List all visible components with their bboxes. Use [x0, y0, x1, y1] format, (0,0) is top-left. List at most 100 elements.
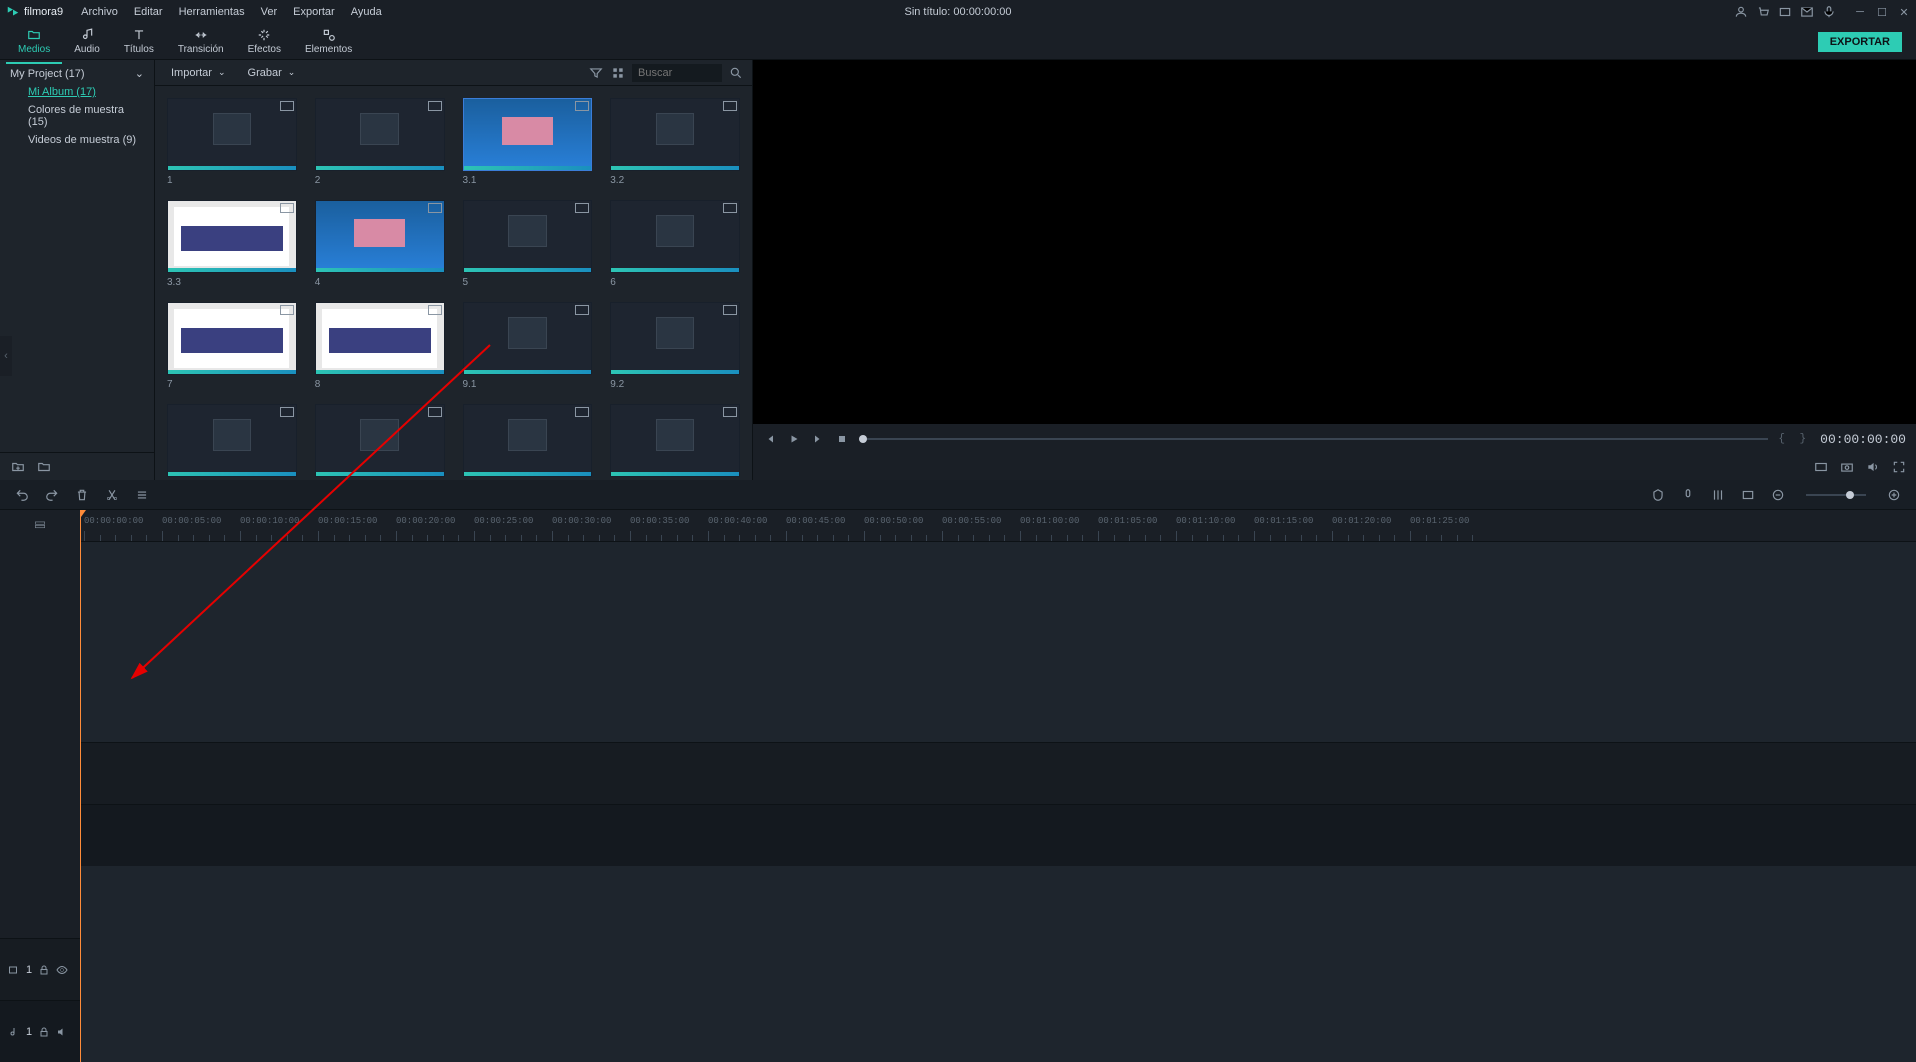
media-clip[interactable]: 8	[315, 302, 445, 390]
markers-icon[interactable]: { }	[1778, 433, 1810, 445]
stop-icon[interactable]	[835, 432, 849, 446]
record-dropdown[interactable]: Grabar ⌄	[240, 64, 304, 82]
filter-icon[interactable]	[588, 65, 604, 81]
media-clip[interactable]: 9.1	[463, 302, 593, 390]
redo-icon[interactable]	[44, 487, 60, 503]
zoom-slider[interactable]	[1806, 494, 1866, 496]
lock-icon[interactable]	[38, 964, 50, 976]
split-icon[interactable]	[104, 487, 120, 503]
ruler-mark: 00:00:00:00	[84, 516, 143, 526]
media-clip[interactable]: 4	[315, 200, 445, 288]
menu-archivo[interactable]: Archivo	[73, 2, 126, 22]
prev-frame-icon[interactable]	[763, 432, 777, 446]
music-note-icon	[79, 28, 95, 42]
media-clip[interactable]	[315, 404, 445, 480]
sidebar-item-videos[interactable]: Videos de muestra (9)	[0, 131, 154, 149]
audio-track-header[interactable]: 1	[0, 1000, 80, 1062]
sidebar-collapse[interactable]: ‹	[0, 336, 12, 376]
title-bar: filmora9 Archivo Editar Herramientas Ver…	[0, 0, 1916, 24]
media-clip[interactable]	[463, 404, 593, 480]
media-clip[interactable]: 3.3	[167, 200, 297, 288]
ruler-mark: 00:01:15:00	[1254, 516, 1313, 526]
export-button[interactable]: EXPORTAR	[1818, 32, 1902, 52]
snapshot-icon[interactable]	[1840, 460, 1854, 474]
tab-elementos[interactable]: Elementos	[293, 26, 364, 57]
eye-icon[interactable]	[56, 964, 68, 976]
volume-icon[interactable]	[1866, 460, 1880, 474]
clip-label: 3.2	[610, 175, 740, 186]
media-clip[interactable]	[610, 404, 740, 480]
delete-icon[interactable]	[74, 487, 90, 503]
video-track-header[interactable]: 1	[0, 938, 80, 1000]
video-track-row[interactable]	[80, 742, 1916, 804]
import-dropdown[interactable]: Importar ⌄	[163, 64, 234, 82]
minimize-button[interactable]: ─	[1854, 6, 1866, 18]
message-icon[interactable]	[1800, 5, 1814, 19]
media-clip[interactable]: 6	[610, 200, 740, 288]
zoom-out-icon[interactable]	[1770, 487, 1786, 503]
sidebar-project[interactable]: My Project (17) ⌄	[0, 64, 154, 83]
cart-icon[interactable]	[1756, 5, 1770, 19]
folder-icon-2[interactable]	[36, 459, 52, 475]
preview-scrubber[interactable]	[859, 438, 1768, 440]
mic-icon[interactable]	[1822, 5, 1836, 19]
media-clip[interactable]: 3.1	[463, 98, 593, 186]
media-clip[interactable]: 9.2	[610, 302, 740, 390]
marker-icon[interactable]	[1650, 487, 1666, 503]
effects-store-icon[interactable]	[1778, 5, 1792, 19]
menu-ayuda[interactable]: Ayuda	[343, 2, 390, 22]
quality-icon[interactable]	[1814, 460, 1828, 474]
clip-label: 4	[315, 277, 445, 288]
media-clip[interactable]	[167, 404, 297, 480]
account-icon[interactable]	[1734, 5, 1748, 19]
menu-editar[interactable]: Editar	[126, 2, 171, 22]
clip-label: 3.1	[463, 175, 593, 186]
grid-view-icon[interactable]	[610, 65, 626, 81]
tab-transicion[interactable]: Transición	[166, 26, 236, 57]
module-tabs: Medios Audio Títulos Transición Efectos …	[0, 24, 1916, 60]
title-bar-right: ─ ☐ ✕	[1734, 5, 1910, 19]
sidebar-item-colores[interactable]: Colores de muestra (15)	[0, 101, 154, 131]
media-clip[interactable]: 7	[167, 302, 297, 390]
undo-icon[interactable]	[14, 487, 30, 503]
preview-time: 00:00:00:00	[1820, 432, 1906, 447]
tab-medios[interactable]: Medios	[6, 26, 62, 57]
media-clip[interactable]: 1	[167, 98, 297, 186]
play-icon[interactable]	[787, 432, 801, 446]
menu-ver[interactable]: Ver	[253, 2, 286, 22]
media-clip[interactable]: 5	[463, 200, 593, 288]
maximize-button[interactable]: ☐	[1876, 6, 1888, 18]
adjust-icon[interactable]	[134, 487, 150, 503]
fullscreen-icon[interactable]	[1892, 460, 1906, 474]
project-title: Sin título: 00:00:00:00	[904, 6, 1011, 18]
audio-track-row[interactable]	[80, 804, 1916, 866]
zoom-in-icon[interactable]	[1886, 487, 1902, 503]
search-icon[interactable]	[728, 65, 744, 81]
tab-titulos[interactable]: Títulos	[112, 26, 166, 57]
tracks-area[interactable]: 00:00:00:0000:00:05:0000:00:10:0000:00:1…	[80, 510, 1916, 1062]
tab-audio[interactable]: Audio	[62, 26, 112, 57]
playhead[interactable]	[80, 510, 81, 1062]
ruler-mark: 00:00:30:00	[552, 516, 611, 526]
tab-efectos[interactable]: Efectos	[236, 26, 293, 57]
voiceover-icon[interactable]	[1680, 487, 1696, 503]
chevron-down-icon: ⌄	[218, 67, 226, 78]
close-button[interactable]: ✕	[1898, 6, 1910, 18]
timeline-ruler[interactable]: 00:00:00:0000:00:05:0000:00:10:0000:00:1…	[80, 510, 1916, 542]
ruler-mark: 00:00:50:00	[864, 516, 923, 526]
next-frame-icon[interactable]	[811, 432, 825, 446]
media-clip[interactable]: 2	[315, 98, 445, 186]
render-icon[interactable]	[1740, 487, 1756, 503]
lock-icon[interactable]	[38, 1026, 50, 1038]
speaker-icon[interactable]	[56, 1026, 68, 1038]
search-input[interactable]	[632, 64, 722, 82]
media-clip[interactable]: 3.2	[610, 98, 740, 186]
mixer-icon[interactable]	[1710, 487, 1726, 503]
new-folder-icon[interactable]	[10, 459, 26, 475]
elements-icon	[321, 28, 337, 42]
sidebar-item-album[interactable]: Mi Album (17)	[0, 83, 154, 101]
menu-exportar[interactable]: Exportar	[285, 2, 343, 22]
menu-herramientas[interactable]: Herramientas	[171, 2, 253, 22]
track-manager-icon[interactable]	[32, 518, 48, 534]
preview-viewport[interactable]	[753, 60, 1916, 424]
